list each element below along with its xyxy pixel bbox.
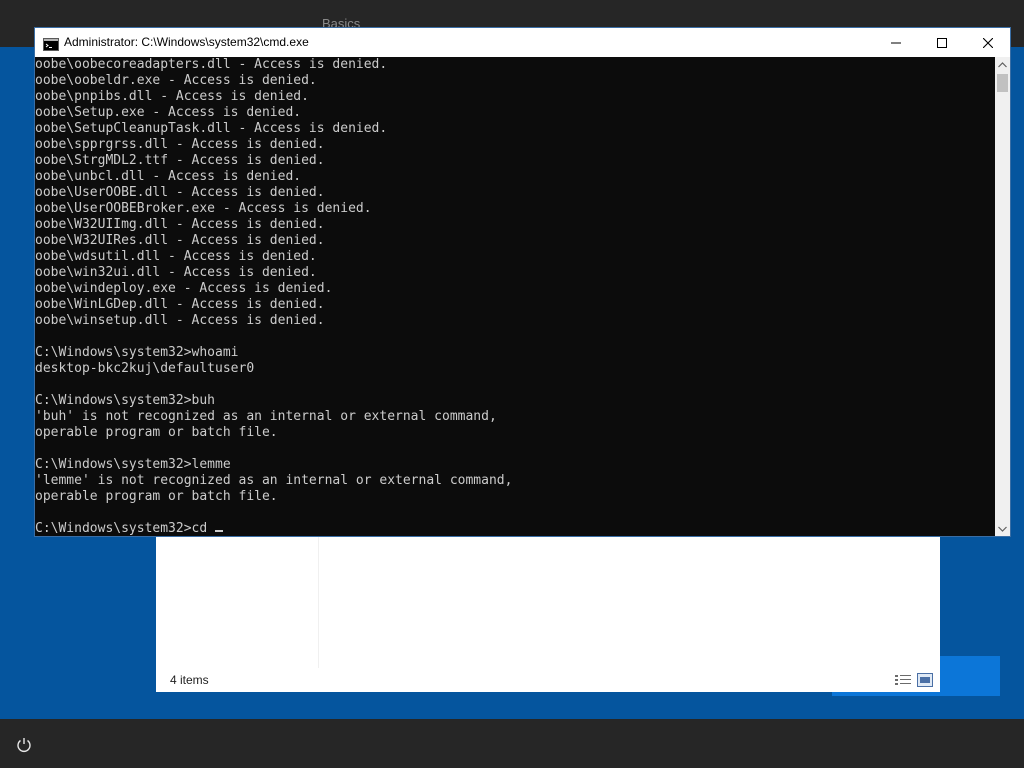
maximize-button[interactable] <box>919 28 965 57</box>
console-line: 'lemme' is not recognized as an internal… <box>35 473 513 488</box>
console-line: C:\Windows\system32>lemme <box>35 457 231 472</box>
vertical-scrollbar[interactable] <box>995 57 1010 536</box>
console-line: oobe\win32ui.dll - Access is denied. <box>35 265 317 280</box>
power-icon[interactable] <box>14 735 34 755</box>
console-line: oobe\oobecoreadapters.dll - Access is de… <box>35 57 388 72</box>
status-bar-item-count: 4 items <box>170 673 209 687</box>
scrollbar-thumb[interactable] <box>997 74 1008 92</box>
console-line: desktop-bkc2kuj\defaultuser0 <box>35 361 255 376</box>
console-line: oobe\spprgrss.dll - Access is denied. <box>35 137 325 152</box>
console-line: oobe\windeploy.exe - Access is denied. <box>35 281 333 296</box>
console-line: operable program or batch file. <box>35 489 278 504</box>
console-line: C:\Windows\system32>cd <box>35 521 995 536</box>
cmd-app-icon <box>43 36 59 51</box>
console-line: oobe\WinLGDep.dll - Access is denied. <box>35 297 325 312</box>
details-view-icon[interactable] <box>894 672 912 686</box>
console-line: 'buh' is not recognized as an internal o… <box>35 409 497 424</box>
maximize-icon <box>937 37 947 48</box>
cmd-window[interactable]: Administrator: C:\Windows\system32\cmd.e… <box>34 27 1011 537</box>
cmd-titlebar[interactable]: Administrator: C:\Windows\system32\cmd.e… <box>35 28 1010 57</box>
console-line: oobe\UserOOBEBroker.exe - Access is deni… <box>35 201 372 216</box>
console-line: oobe\W32UIRes.dll - Access is denied. <box>35 233 325 248</box>
console-line: C:\Windows\system32>buh <box>35 393 216 408</box>
navigation-pane[interactable] <box>156 520 319 668</box>
console-line: C:\Windows\system32>whoami <box>35 345 239 360</box>
console-line: oobe\pnpibs.dll - Access is denied. <box>35 89 309 104</box>
file-explorer-window: 4 items <box>156 520 940 692</box>
console-line: oobe\SetupCleanupTask.dll - Access is de… <box>35 121 388 136</box>
minimize-icon <box>891 42 901 43</box>
console-line: oobe\Setup.exe - Access is denied. <box>35 105 302 120</box>
console-line: oobe\wdsutil.dll - Access is denied. <box>35 249 317 264</box>
console-line: oobe\unbcl.dll - Access is denied. <box>35 169 302 184</box>
minimize-button[interactable] <box>873 28 919 57</box>
scroll-up-icon[interactable] <box>995 57 1010 72</box>
large-icons-view-icon[interactable] <box>917 672 933 687</box>
window-title: Administrator: C:\Windows\system32\cmd.e… <box>64 35 309 49</box>
console-line: oobe\W32UIImg.dll - Access is denied. <box>35 217 325 232</box>
close-button[interactable] <box>965 28 1011 57</box>
console-line: oobe\StrgMDL2.ttf - Access is denied. <box>35 153 325 168</box>
text-cursor <box>215 530 224 532</box>
console-line: oobe\oobeldr.exe - Access is denied. <box>35 73 317 88</box>
console-line: oobe\UserOOBE.dll - Access is denied. <box>35 185 325 200</box>
console-line: oobe\winsetup.dll - Access is denied. <box>35 313 325 328</box>
bottom-bar <box>0 719 1024 768</box>
close-icon <box>983 37 993 48</box>
scroll-down-icon[interactable] <box>995 521 1010 536</box>
console-output[interactable]: oobe\oobecoreadapters.dll - Access is de… <box>35 57 995 536</box>
console-line: operable program or batch file. <box>35 425 278 440</box>
